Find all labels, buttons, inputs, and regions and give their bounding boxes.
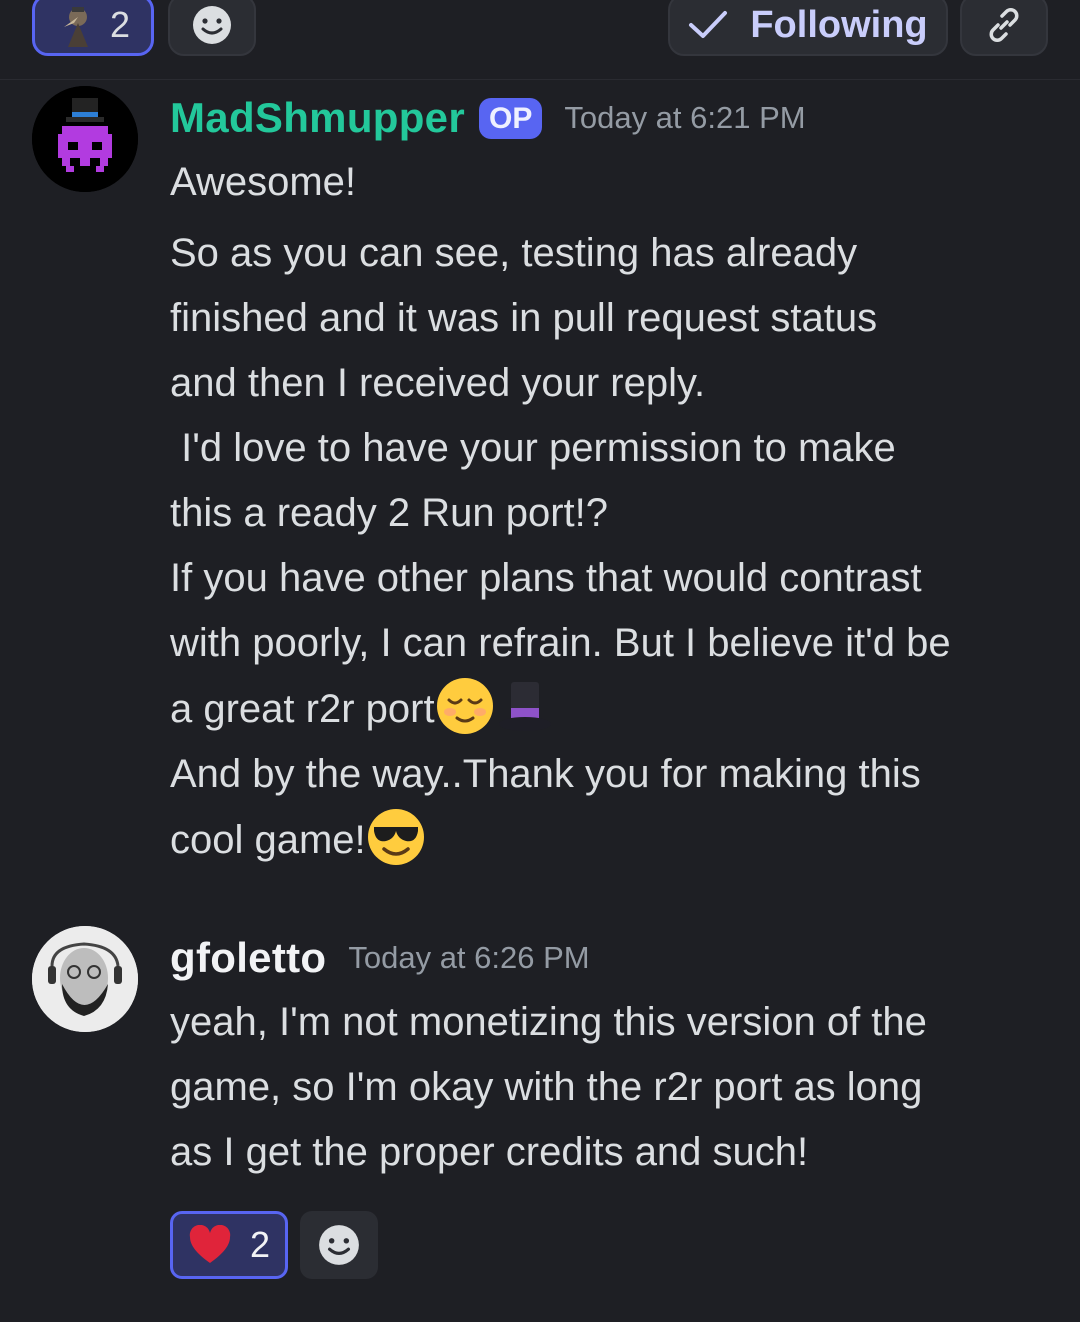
- username[interactable]: gfoletto: [170, 934, 326, 982]
- checkmark-icon: [689, 11, 728, 38]
- message-line: with poorly, I can refrain. But I believ…: [170, 621, 951, 665]
- message-line: finished and it was in pull request stat…: [170, 296, 878, 340]
- message-line: as I get the proper credits and such!: [170, 1130, 809, 1174]
- smiling-face-with-sunglasses-emoji: [367, 809, 424, 865]
- message-text: cool game!: [170, 818, 366, 862]
- link-icon: [989, 8, 1019, 42]
- timestamp: Today at 6:26 PM: [348, 940, 590, 975]
- message-line: So as you can see, testing has already: [170, 231, 858, 275]
- message-line-with-emoji: a great r2r port: [170, 676, 1050, 742]
- space-invader-top-hat-avatar-icon: [32, 86, 138, 192]
- user-photo-avatar-icon: [32, 926, 138, 1032]
- message-line: this a ready 2 Run port!?: [170, 491, 609, 535]
- message-body: gfoletto Today at 6:26 PM yeah, I'm not …: [170, 926, 1050, 1279]
- following-label: Following: [750, 3, 928, 46]
- timestamp: Today at 6:21 PM: [564, 100, 806, 135]
- username[interactable]: MadShmupper: [170, 94, 465, 142]
- red-heart-emoji: [189, 1225, 231, 1263]
- message-header: MadShmupper OP Today at 6:21 PM: [170, 86, 1050, 150]
- reactions-bar: 2: [170, 1211, 1050, 1279]
- message-line: I'd love to have your permission to make: [170, 426, 896, 470]
- add-reaction-button[interactable]: [168, 0, 256, 56]
- avatar[interactable]: [32, 86, 138, 192]
- add-reaction-button[interactable]: [300, 1211, 378, 1279]
- following-button[interactable]: Following: [668, 0, 948, 56]
- message-line: Awesome!: [170, 160, 357, 204]
- op-badge: OP: [478, 97, 543, 139]
- smiley-add-icon: [193, 6, 231, 44]
- top-hat-emoji: [498, 682, 551, 731]
- message-content: yeah, I'm not monetizing this version of…: [170, 990, 1050, 1185]
- message-line: And by the way..Thank you for making thi…: [170, 752, 921, 796]
- message-line: yeah, I'm not monetizing this version of…: [170, 1000, 927, 1044]
- reaction-count: 2: [109, 4, 131, 45]
- plague-doctor-emoji: [63, 7, 88, 47]
- message-gfoletto: gfoletto Today at 6:26 PM yeah, I'm not …: [0, 926, 1080, 1286]
- message-line: If you have other plans that would contr…: [170, 556, 922, 600]
- message-text: a great r2r port: [170, 687, 435, 731]
- copy-link-button[interactable]: [960, 0, 1048, 56]
- reaction-heart[interactable]: 2: [170, 1211, 288, 1279]
- thread-top-bar: 2 Following: [0, 0, 1080, 80]
- reaction-count: 2: [249, 1224, 271, 1265]
- message-content: Awesome! So as you can see, testing has …: [170, 150, 1050, 873]
- message-line: game, so I'm okay with the r2r port as l…: [170, 1065, 923, 1109]
- message-line-with-emoji: cool game!: [170, 807, 1050, 873]
- message-header: gfoletto Today at 6:26 PM: [170, 926, 1050, 990]
- reaction-plague-doctor[interactable]: 2: [32, 0, 154, 56]
- avatar[interactable]: [32, 926, 138, 1032]
- message-body: MadShmupper OP Today at 6:21 PM Awesome!…: [170, 86, 1050, 873]
- message-line: and then I received your reply.: [170, 361, 706, 405]
- relieved-face-emoji: [436, 678, 493, 734]
- smiley-add-icon: [319, 1225, 359, 1265]
- message-madshmupper: MadShmupper OP Today at 6:21 PM Awesome!…: [0, 86, 1080, 886]
